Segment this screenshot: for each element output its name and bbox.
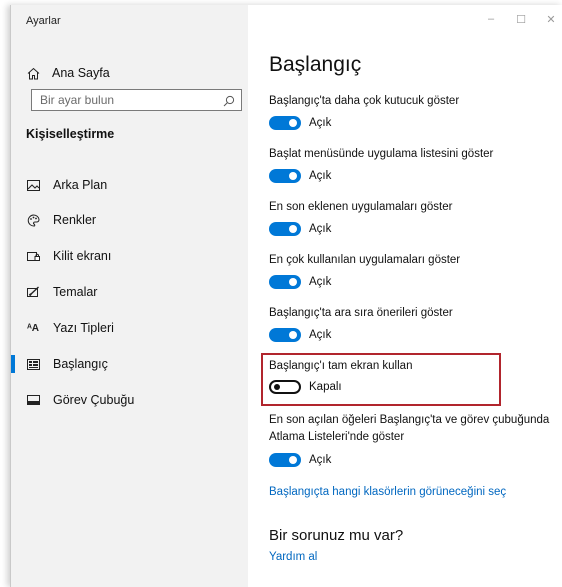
main-content: Başlangıç Başlangıç'ta daha çok kutucuk … [269,5,562,587]
toggle-suggestions[interactable]: Açık [269,326,331,344]
sidebar-item-label: Görev Çubuğu [53,393,135,407]
brush-icon [26,285,40,299]
help-title: Bir sorunuz mu var? [269,527,404,544]
font-icon: ᴬA [26,322,40,334]
toggle-recently-added[interactable]: Açık [269,220,331,238]
home-nav-item[interactable]: Ana Sayfa [26,63,110,83]
sidebar-item-fonts[interactable]: ᴬA Yazı Tipleri [11,314,248,342]
search-box[interactable] [31,89,242,111]
palette-icon [26,213,40,227]
sidebar-item-label: Renkler [53,213,97,227]
sidebar: Ayarlar Ana Sayfa Kişiselleştirme Arka P… [11,5,248,587]
toggle-jump-lists[interactable]: Açık [269,451,331,469]
taskbar-icon [26,393,40,407]
setting-label: Başlat menüsünde uygulama listesini göst… [269,148,494,160]
start-menu-icon [26,357,40,371]
sidebar-item-label: Arka Plan [53,178,108,192]
sidebar-item-taskbar[interactable]: Görev Çubuğu [11,386,248,414]
toggle-switch[interactable] [269,380,301,394]
toggle-switch[interactable] [269,328,301,342]
setting-label: En son eklenen uygulamaları göster [269,201,453,213]
page-title: Başlangıç [269,53,362,76]
settings-window: Ayarlar Ana Sayfa Kişiselleştirme Arka P… [10,5,562,587]
toggle-more-tiles[interactable]: Açık [269,114,331,132]
toggle-most-used[interactable]: Açık [269,273,331,291]
toggle-state: Açık [309,223,332,235]
search-input[interactable] [40,92,220,108]
search-icon[interactable] [223,94,235,107]
setting-label: En son açılan öğeleri Başlangıç'ta ve gö… [269,414,550,443]
setting-label: En çok kullanılan uygulamaları göster [269,254,461,266]
toggle-state: Kapalı [309,381,342,393]
setting-label: Başlangıç'ı tam ekran kullan [269,360,413,372]
sidebar-item-label: Temalar [53,285,98,299]
toggle-state: Açık [309,170,332,182]
toggle-switch[interactable] [269,453,301,467]
help-link[interactable]: Yardım al [269,551,317,563]
section-title: Kişiselleştirme [26,127,115,141]
folders-link[interactable]: Başlangıçta hangi klasörlerin görüneceği… [269,486,506,498]
lock-screen-icon [26,249,40,263]
app-title: Ayarlar [26,15,61,27]
sidebar-item-themes[interactable]: Temalar [11,278,248,306]
sidebar-item-label: Yazı Tipleri [53,321,114,335]
sidebar-item-label: Başlangıç [53,357,108,371]
toggle-state: Açık [309,454,332,466]
toggle-state: Açık [309,329,332,341]
sidebar-item-colors[interactable]: Renkler [11,206,248,234]
toggle-switch[interactable] [269,169,301,183]
toggle-state: Açık [309,276,332,288]
sidebar-item-start[interactable]: Başlangıç [11,350,248,378]
home-label: Ana Sayfa [52,66,110,80]
setting-label: Başlangıç'ta ara sıra önerileri göster [269,307,453,319]
toggle-switch[interactable] [269,116,301,130]
home-icon [26,66,40,80]
sidebar-item-background[interactable]: Arka Plan [11,171,248,199]
toggle-app-list[interactable]: Açık [269,167,331,185]
picture-icon [26,178,40,192]
toggle-full-screen[interactable]: Kapalı [269,378,342,396]
toggle-switch[interactable] [269,222,301,236]
toggle-state: Açık [309,117,332,129]
sidebar-item-label: Kilit ekranı [53,249,112,263]
setting-label: Başlangıç'ta daha çok kutucuk göster [269,95,460,107]
toggle-switch[interactable] [269,275,301,289]
sidebar-item-lock-screen[interactable]: Kilit ekranı [11,242,248,270]
